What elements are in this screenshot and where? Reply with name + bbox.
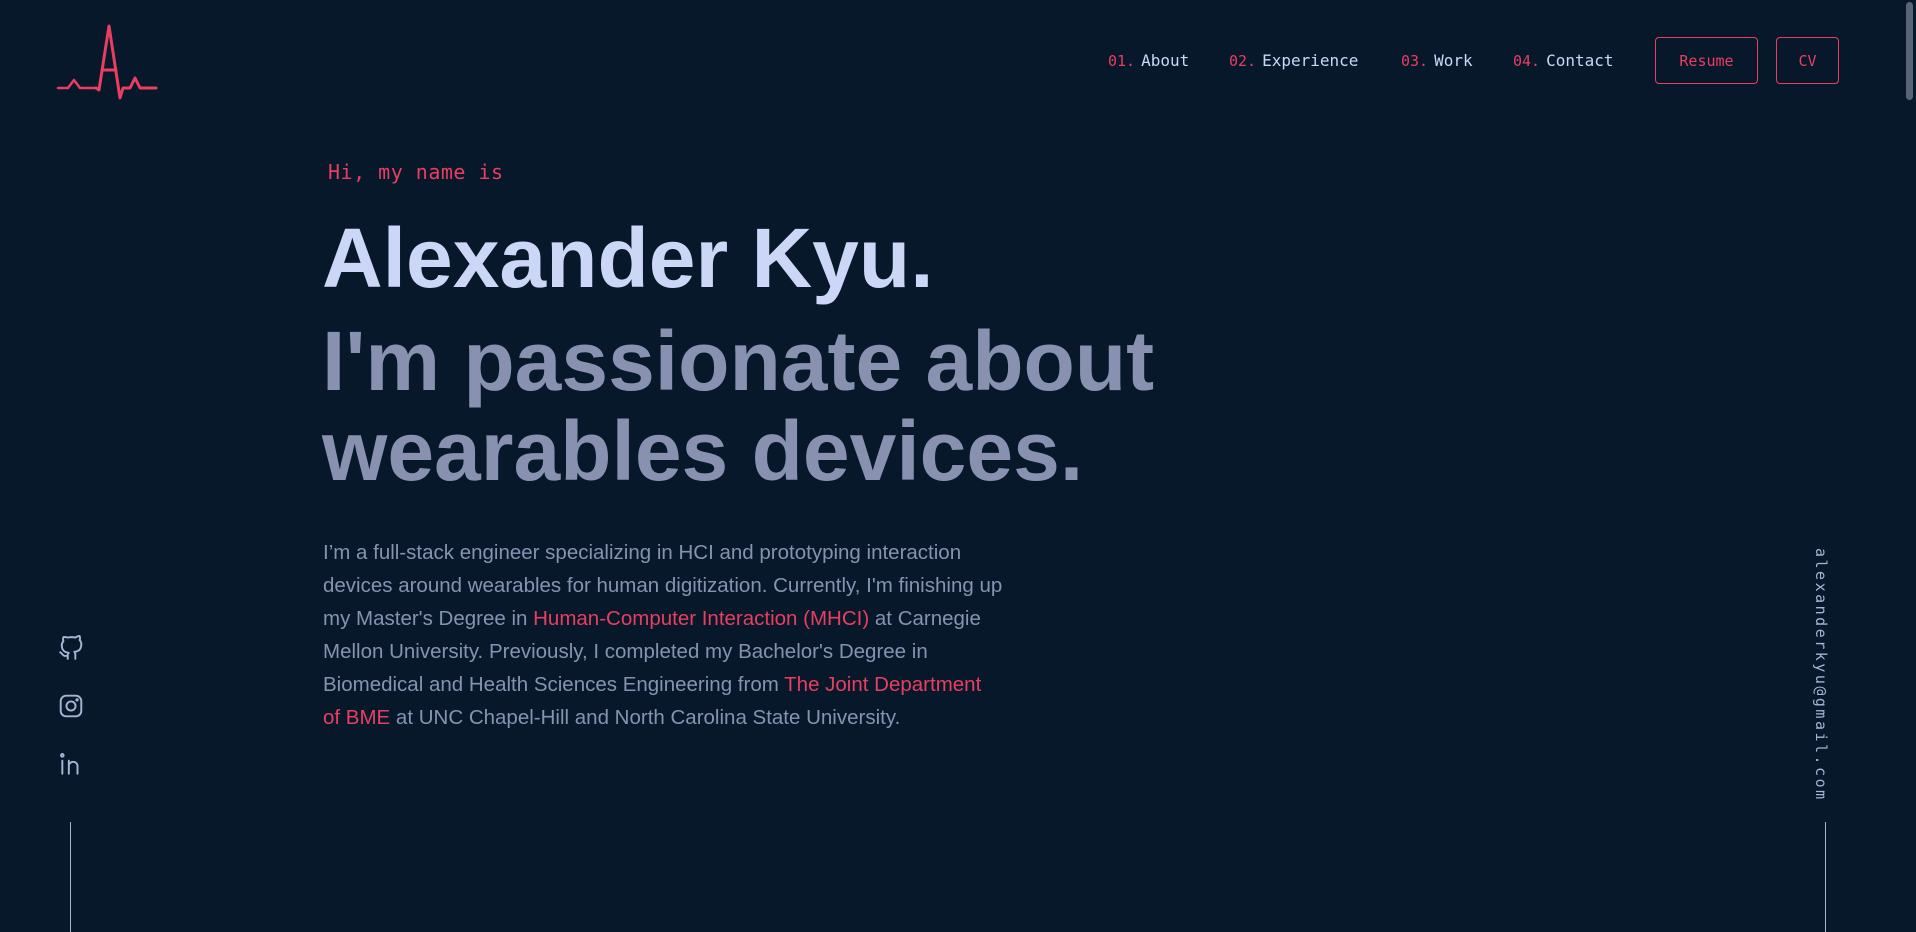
resume-button[interactable]: Resume [1655, 37, 1758, 84]
nav-label: Contact [1546, 51, 1614, 70]
nav-link-experience[interactable]: 02. Experience [1229, 50, 1358, 72]
nav-number: 01. [1108, 52, 1136, 70]
scrollbar[interactable] [1900, 0, 1916, 932]
nav-link-work[interactable]: 03. Work [1401, 50, 1473, 72]
hero-tagline: I'm passionate about wearables devices. [322, 314, 1155, 498]
nav-number: 02. [1229, 52, 1257, 70]
nav-link-about[interactable]: 01. About [1108, 50, 1189, 72]
logo-letter-a [94, 24, 158, 100]
hero-greeting: Hi, my name is [328, 160, 504, 184]
nav-label: About [1141, 51, 1190, 70]
hero-bio: I’m a full-stack engineer specializing i… [323, 536, 1003, 734]
nav-link-contact[interactable]: 04. Contact [1513, 50, 1614, 72]
github-icon[interactable] [58, 635, 84, 661]
nav-label: Experience [1262, 51, 1359, 70]
logo[interactable] [56, 22, 160, 104]
bio-text: at UNC Chapel-Hill and North Carolina St… [395, 706, 901, 729]
mhci-link[interactable]: Human-Computer Interaction (MHCI) [533, 607, 869, 630]
linkedin-icon[interactable] [58, 751, 84, 777]
logo-heartbeat-line [56, 78, 98, 90]
instagram-icon[interactable] [58, 693, 84, 719]
nav-number: 03. [1401, 52, 1429, 70]
cv-button[interactable]: CV [1776, 37, 1839, 84]
hero-name: Alexander Kyu. [322, 211, 934, 305]
nav-number: 04. [1513, 52, 1541, 70]
left-side-line [70, 822, 71, 932]
nav-label: Work [1434, 51, 1473, 70]
right-side-line [1825, 822, 1826, 932]
email-link[interactable]: alexanderkyu@gmail.com [1812, 548, 1830, 802]
scrollbar-thumb[interactable] [1906, 2, 1913, 100]
